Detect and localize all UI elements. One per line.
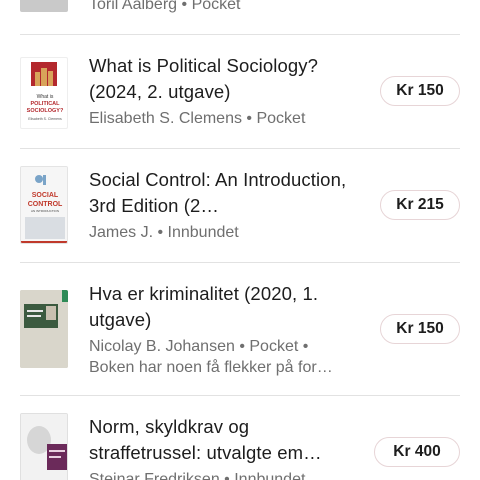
book-meta: Steinar Fredriksen • Innbundet bbox=[89, 471, 306, 480]
svg-text:What is: What is bbox=[37, 94, 54, 100]
price-button[interactable]: Kr 150 bbox=[380, 76, 460, 106]
price-button[interactable]: Kr 215 bbox=[380, 190, 460, 220]
book-cover: SOCIAL CONTROL AN INTRODUCTION bbox=[20, 166, 68, 244]
book-meta: Nicolay B. Johansen • Pocket • bbox=[89, 338, 309, 355]
book-meta: James J. • Innbundet bbox=[89, 224, 239, 241]
divider bbox=[20, 262, 460, 263]
book-cover bbox=[20, 0, 68, 12]
kriminalitet-cover-art bbox=[20, 290, 68, 368]
divider bbox=[20, 34, 460, 35]
svg-text:SOCIOLOGY?: SOCIOLOGY? bbox=[27, 108, 64, 114]
svg-text:AN INTRODUCTION: AN INTRODUCTION bbox=[31, 209, 59, 213]
book-title[interactable]: What is Political Sociology? (2024, 2. u… bbox=[89, 53, 359, 105]
book-title[interactable]: Hva er kriminalitet (2020, 1. utgave) bbox=[89, 281, 359, 333]
price-button[interactable]: Kr 150 bbox=[380, 314, 460, 344]
book-cover bbox=[20, 290, 68, 368]
svg-text:SOCIAL: SOCIAL bbox=[32, 192, 59, 199]
svg-text:Elisabeth S. Clemens: Elisabeth S. Clemens bbox=[28, 117, 62, 121]
social-control-cover-art: SOCIAL CONTROL AN INTRODUCTION bbox=[21, 167, 67, 243]
price-button[interactable]: Kr 400 bbox=[374, 437, 460, 467]
book-title-text: Norm, skyldkrav og straffetrussel: utval… bbox=[89, 416, 322, 463]
book-meta: Toril Aalberg • Pocket bbox=[89, 0, 241, 13]
book-cover bbox=[20, 413, 68, 480]
book-meta: Elisabeth S. Clemens • Pocket bbox=[89, 110, 306, 127]
norm-skyldkrav-cover-art bbox=[21, 414, 67, 480]
book-cover: What is POLITICAL SOCIOLOGY? Elisabeth S… bbox=[20, 57, 68, 129]
svg-text:POLITICAL: POLITICAL bbox=[30, 101, 60, 107]
book-title[interactable]: Social Control: An Introduction, 3rd Edi… bbox=[89, 167, 359, 219]
divider bbox=[20, 148, 460, 149]
svg-text:CONTROL: CONTROL bbox=[28, 201, 63, 208]
book-title[interactable]: Norm, skyldkrav og straffetrussel: utval… bbox=[89, 414, 359, 466]
divider bbox=[20, 395, 460, 396]
political-sociology-cover-art: What is POLITICAL SOCIOLOGY? Elisabeth S… bbox=[27, 62, 64, 121]
condition-note: Boken har noen få flekker på for… bbox=[89, 359, 333, 376]
